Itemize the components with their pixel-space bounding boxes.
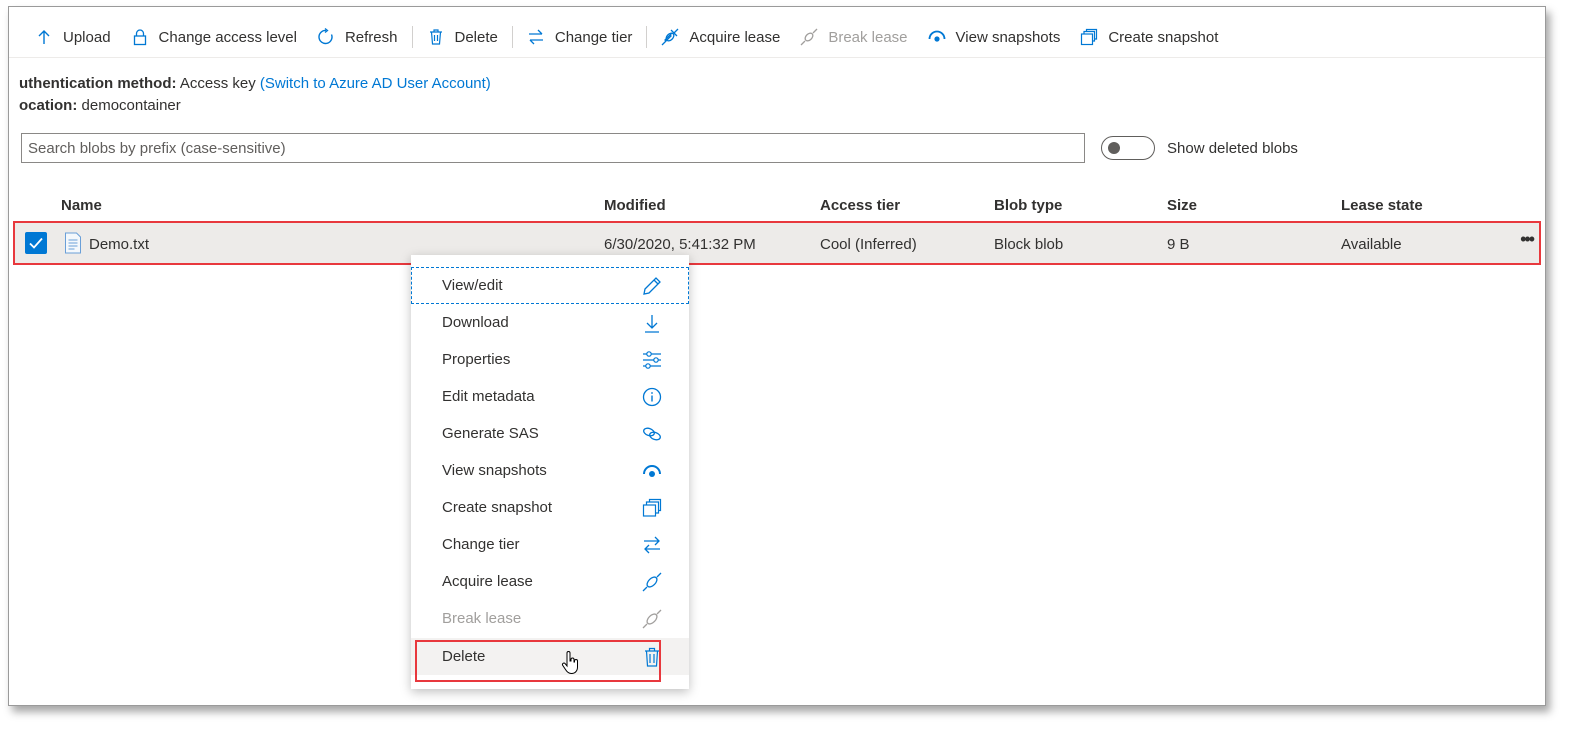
menu-item-label: Create snapshot [442, 499, 553, 516]
refresh-icon [318, 28, 333, 45]
delete-button[interactable]: Delete [417, 21, 508, 53]
menu-item-change-tier[interactable]: Change tier [411, 526, 689, 563]
column-header-modified[interactable]: Modified [604, 197, 666, 214]
location-label: ocation: [19, 97, 78, 114]
location: ocation: democontainer [19, 97, 181, 114]
hand-cursor-icon [561, 651, 578, 675]
menu-item-edit-metadata[interactable]: Edit metadata [411, 378, 689, 415]
pencil-icon [643, 276, 661, 295]
menu-item-label: Generate SAS [442, 425, 539, 442]
auth-label: uthentication method: [19, 75, 177, 92]
trash-icon [645, 647, 659, 667]
table-header: Name Modified Access tier Blob type Size… [9, 193, 1545, 219]
menu-item-label: View/edit [442, 277, 503, 294]
show-deleted-label: Show deleted blobs [1167, 140, 1298, 157]
swap-icon [528, 29, 543, 45]
menu-item-label: Edit metadata [442, 388, 535, 405]
context-menu: View/edit Download Properties Edit metad… [411, 255, 689, 689]
change-tier-label: Change tier [554, 28, 633, 46]
break-lease-button[interactable]: Break lease [790, 21, 917, 53]
acquire-lease-label: Acquire lease [689, 28, 781, 46]
search-input[interactable] [21, 133, 1085, 163]
refresh-button[interactable]: Refresh [307, 21, 408, 53]
checkmark-icon [29, 237, 43, 249]
menu-item-label: Properties [442, 351, 511, 368]
break-lease-label: Break lease [828, 28, 908, 46]
info-icon [642, 387, 662, 406]
upload-label: Upload [63, 28, 111, 46]
column-header-lease-state[interactable]: Lease state [1341, 197, 1423, 214]
create-snapshot-button[interactable]: Create snapshot [1070, 21, 1228, 53]
menu-item-view-snapshots[interactable]: View snapshots [411, 452, 689, 489]
toolbar-divider-line [9, 57, 1545, 58]
download-icon [645, 314, 659, 333]
link-icon [643, 427, 661, 440]
plug-icon [800, 28, 818, 46]
menu-item-label: Change tier [442, 536, 520, 553]
column-header-name[interactable]: Name [61, 197, 102, 214]
plug-icon [642, 609, 662, 628]
blob-size: 9 B [1167, 236, 1190, 253]
menu-item-label: View snapshots [442, 462, 547, 479]
swap-icon [644, 536, 660, 553]
blob-access-tier: Cool (Inferred) [820, 236, 917, 253]
switch-auth-link[interactable]: (Switch to Azure AD User Account) [260, 75, 491, 92]
toolbar-divider [411, 26, 413, 48]
delete-label: Delete [454, 28, 498, 46]
refresh-label: Refresh [344, 28, 398, 46]
menu-item-acquire-lease[interactable]: Acquire lease [411, 563, 689, 600]
blob-type: Block blob [994, 236, 1064, 253]
view-snapshots-label: View snapshots [955, 28, 1061, 46]
column-header-size[interactable]: Size [1167, 197, 1197, 214]
toggle-knob [1108, 142, 1120, 154]
menu-item-label: Download [442, 314, 509, 331]
authentication-method: uthentication method: Access key (Switch… [19, 75, 491, 92]
create-snapshot-label: Create snapshot [1108, 28, 1219, 46]
more-options-icon[interactable]: ••• [1520, 229, 1535, 250]
column-header-blob-type[interactable]: Blob type [994, 197, 1062, 214]
upload-button[interactable]: Upload [25, 21, 121, 53]
change-tier-button[interactable]: Change tier [517, 21, 643, 53]
table-row[interactable]: Demo.txt 6/30/2020, 5:41:32 PM Cool (Inf… [13, 221, 1541, 265]
blob-modified: 6/30/2020, 5:41:32 PM [604, 236, 756, 253]
column-header-access-tier[interactable]: Access tier [820, 197, 900, 214]
file-icon [65, 232, 81, 254]
menu-item-break-lease[interactable]: Break lease [411, 600, 689, 637]
change-access-level-button[interactable]: Change access level [121, 21, 307, 53]
show-deleted-toggle[interactable] [1101, 136, 1155, 160]
menu-item-label: Break lease [442, 610, 522, 627]
upload-icon [38, 30, 50, 44]
auth-value: Access key [179, 75, 256, 92]
plug-icon [642, 572, 662, 591]
menu-item-download[interactable]: Download [411, 304, 689, 341]
toolbar: Upload Change access level Refresh Delet… [9, 19, 1545, 55]
menu-item-view-edit[interactable]: View/edit [411, 267, 689, 304]
sliders-icon [643, 350, 661, 369]
acquire-lease-button[interactable]: Acquire lease [651, 21, 790, 53]
menu-item-create-snapshot[interactable]: Create snapshot [411, 489, 689, 526]
storage-explorer-panel: Upload Change access level Refresh Delet… [8, 6, 1546, 706]
location-value: democontainer [81, 97, 181, 114]
blob-name[interactable]: Demo.txt [89, 236, 149, 253]
snapshot-icon [642, 498, 662, 517]
view-snapshots-button[interactable]: View snapshots [918, 21, 1071, 53]
menu-item-generate-sas[interactable]: Generate SAS [411, 415, 689, 452]
blob-lease-state: Available [1341, 236, 1402, 253]
menu-item-label: Acquire lease [442, 573, 533, 590]
menu-item-label: Delete [442, 648, 486, 665]
toolbar-divider [646, 26, 648, 48]
eye-icon [643, 464, 661, 477]
plug-icon [661, 28, 679, 46]
change-access-level-label: Change access level [158, 28, 297, 46]
menu-item-properties[interactable]: Properties [411, 341, 689, 378]
toolbar-divider [511, 26, 513, 48]
menu-item-delete[interactable]: Delete [411, 638, 689, 675]
lock-icon [133, 29, 146, 46]
row-checkbox[interactable] [25, 232, 47, 254]
eye-icon [928, 30, 945, 42]
trash-icon [429, 29, 442, 45]
snapshot-icon [1081, 28, 1098, 46]
